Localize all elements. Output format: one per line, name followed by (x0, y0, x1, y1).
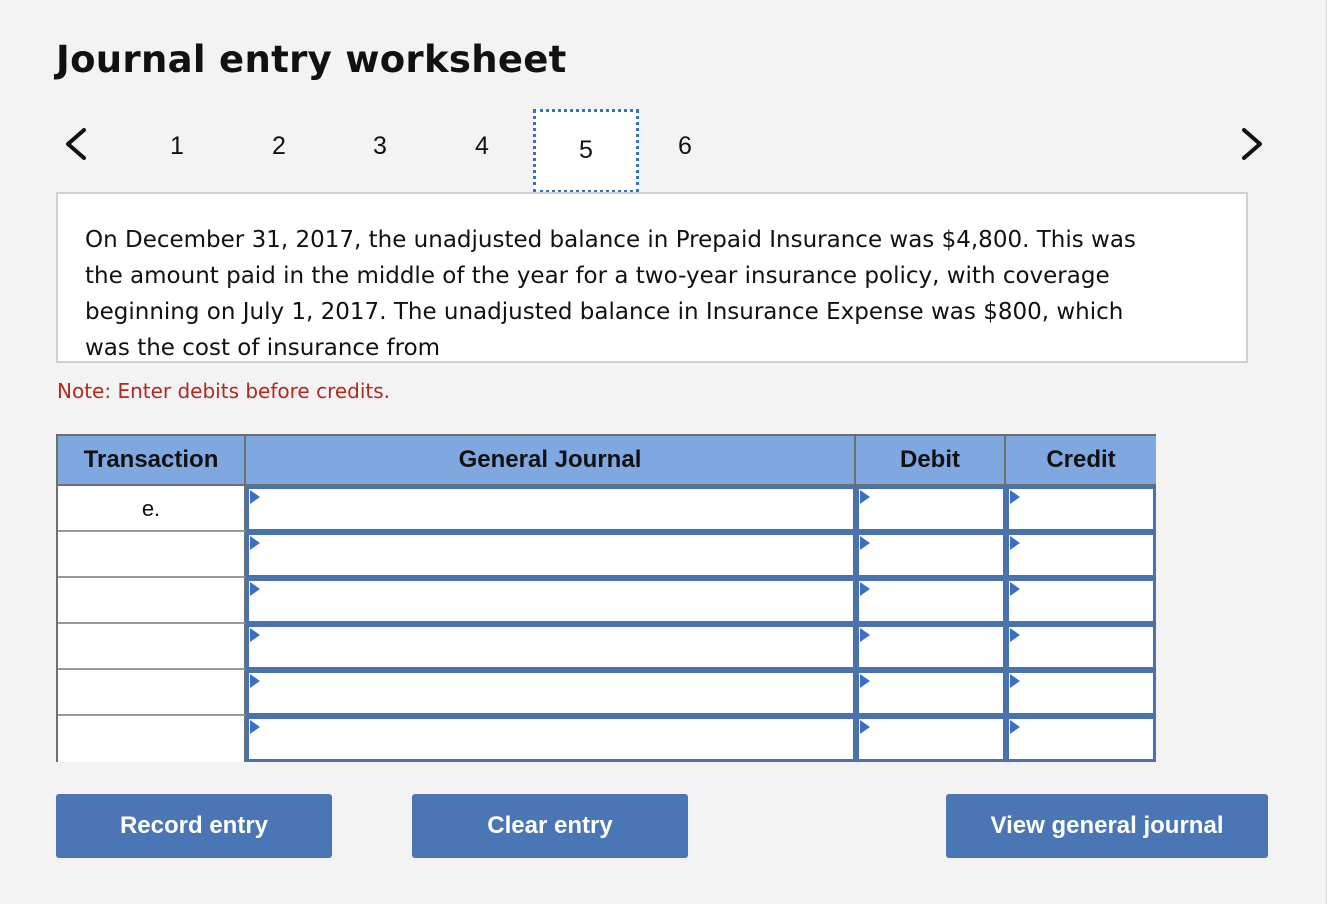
account-input[interactable] (246, 578, 856, 624)
credit-input[interactable] (1006, 716, 1156, 762)
dropdown-arrow-icon (250, 720, 260, 734)
credit-input[interactable] (1006, 532, 1156, 578)
dropdown-arrow-icon (250, 674, 260, 688)
account-input[interactable] (246, 486, 856, 532)
header-transaction: Transaction (58, 436, 246, 486)
credit-input[interactable] (1006, 578, 1156, 624)
dropdown-arrow-icon (1010, 536, 1020, 550)
journal-table: Transaction General Journal Debit Credit… (56, 434, 1156, 762)
dropdown-arrow-icon (250, 490, 260, 504)
debit-input[interactable] (856, 624, 1006, 670)
account-input[interactable] (246, 716, 856, 762)
step-5-active[interactable]: 5 (533, 109, 639, 193)
credit-input[interactable] (1006, 670, 1156, 716)
prompt-text: On December 31, 2017, the unadjusted bal… (85, 227, 1136, 361)
record-entry-button[interactable]: Record entry (56, 794, 332, 858)
dropdown-arrow-icon (1010, 490, 1020, 504)
debit-input[interactable] (856, 716, 1006, 762)
header-general-journal: General Journal (246, 436, 856, 486)
view-general-journal-button[interactable]: View general journal (946, 794, 1268, 858)
transaction-label (58, 532, 246, 578)
prompt-box: On December 31, 2017, the unadjusted bal… (56, 192, 1248, 363)
step-6[interactable]: 6 (665, 128, 705, 164)
credit-input[interactable] (1006, 486, 1156, 532)
dropdown-arrow-icon (250, 536, 260, 550)
account-input[interactable] (246, 624, 856, 670)
step-4[interactable]: 4 (462, 128, 502, 164)
account-input[interactable] (246, 670, 856, 716)
transaction-label (58, 624, 246, 670)
transaction-label (58, 670, 246, 716)
clear-entry-button[interactable]: Clear entry (412, 794, 688, 858)
dropdown-arrow-icon (860, 536, 870, 550)
account-input[interactable] (246, 532, 856, 578)
step-3[interactable]: 3 (360, 128, 400, 164)
chevron-right-icon[interactable] (1234, 124, 1270, 164)
dropdown-arrow-icon (1010, 628, 1020, 642)
dropdown-arrow-icon (860, 582, 870, 596)
dropdown-arrow-icon (860, 720, 870, 734)
debit-input[interactable] (856, 670, 1006, 716)
transaction-label: e. (58, 486, 246, 532)
dropdown-arrow-icon (860, 674, 870, 688)
transaction-label (58, 716, 246, 762)
debit-input[interactable] (856, 486, 1006, 532)
note-text: Note: Enter debits before credits. (57, 379, 391, 403)
dropdown-arrow-icon (1010, 674, 1020, 688)
dropdown-arrow-icon (1010, 720, 1020, 734)
step-2[interactable]: 2 (259, 128, 299, 164)
dropdown-arrow-icon (250, 628, 260, 642)
header-debit: Debit (856, 436, 1006, 486)
dropdown-arrow-icon (860, 628, 870, 642)
page-title: Journal entry worksheet (56, 38, 567, 81)
dropdown-arrow-icon (250, 582, 260, 596)
dropdown-arrow-icon (860, 490, 870, 504)
header-credit: Credit (1006, 436, 1156, 486)
dropdown-arrow-icon (1010, 582, 1020, 596)
credit-input[interactable] (1006, 624, 1156, 670)
debit-input[interactable] (856, 532, 1006, 578)
step-1[interactable]: 1 (157, 128, 197, 164)
page-right-edge (1326, 0, 1330, 904)
transaction-label (58, 578, 246, 624)
chevron-left-icon[interactable] (58, 124, 94, 164)
debit-input[interactable] (856, 578, 1006, 624)
